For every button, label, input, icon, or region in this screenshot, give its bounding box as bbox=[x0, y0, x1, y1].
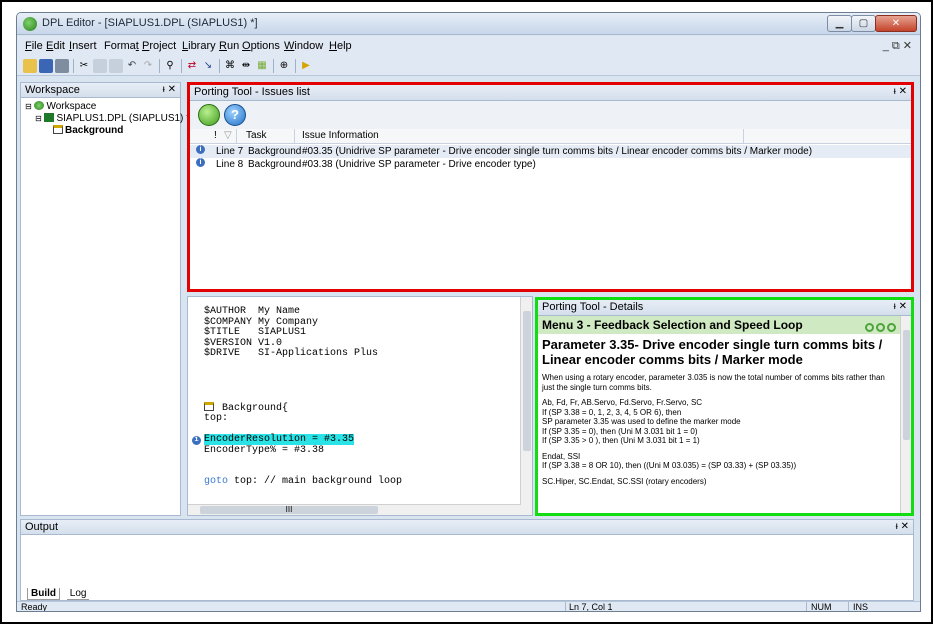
table-row[interactable]: i Line 7 Background #03.35 (Unidrive SP … bbox=[190, 145, 911, 158]
maximize-button[interactable]: ▢ bbox=[851, 15, 876, 32]
forward-nav-icon bbox=[887, 323, 896, 332]
toolbar: ✂ ↶ ↷ ⚲ ⇄ ↘ ⌘ ⇹ ▦ ⊕ ▶ bbox=[17, 56, 920, 76]
details-paragraph: When using a rotary encoder, parameter 3… bbox=[542, 373, 885, 392]
tab-log[interactable]: Log bbox=[66, 588, 90, 600]
details-title: Porting Tool - Details bbox=[542, 301, 644, 313]
refresh-icon[interactable] bbox=[198, 104, 220, 126]
window-title: DPL Editor - [SIAPLUS1.DPL (SIAPLUS1) *] bbox=[42, 17, 258, 29]
editor-vertical-scrollbar[interactable] bbox=[520, 297, 532, 515]
issue-marker-icon: i bbox=[192, 436, 201, 445]
step-icon[interactable]: ⊕ bbox=[277, 59, 291, 73]
mdi-window-controls[interactable]: _ ⧉ ✕ bbox=[883, 39, 912, 53]
print-icon[interactable] bbox=[55, 59, 69, 73]
issues-column-headers: ! ▽ Task Issue Information bbox=[190, 129, 911, 144]
bookmark-icon[interactable]: ⌘ bbox=[223, 59, 237, 73]
menu-help[interactable]: Help bbox=[329, 40, 352, 52]
tab-build[interactable]: Build bbox=[27, 588, 60, 600]
menu-options[interactable]: Options bbox=[242, 40, 280, 52]
cut-icon[interactable]: ✂ bbox=[77, 59, 91, 73]
pin-close-icon[interactable]: ᵻ ✕ bbox=[894, 300, 907, 314]
menu-library[interactable]: Library bbox=[182, 40, 216, 52]
workspace-title: Workspace bbox=[25, 84, 80, 96]
workspace-tree: ⊟ Workspace ⊟ SIAPLUS1.DPL (SIAPLUS1) * … bbox=[25, 101, 190, 137]
output-panel: Output ᵻ ✕ Build Log bbox=[20, 519, 914, 601]
refresh-nav-icon bbox=[865, 323, 874, 332]
project-icon bbox=[44, 113, 55, 122]
col-issue-information[interactable]: Issue Information bbox=[302, 130, 379, 141]
info-icon: i bbox=[196, 145, 205, 154]
back-nav-icon bbox=[876, 323, 885, 332]
task-icon bbox=[53, 125, 63, 134]
info-icon: i bbox=[196, 158, 205, 167]
workspace-header: Workspace ᵻ ✕ bbox=[20, 82, 181, 98]
menu-band: Menu 3 - Feedback Selection and Speed Lo… bbox=[538, 316, 900, 334]
issues-title: Porting Tool - Issues list bbox=[194, 86, 310, 98]
help-icon[interactable]: ? bbox=[224, 104, 246, 126]
issues-toolbar: ? bbox=[190, 101, 911, 129]
menu-run[interactable]: Run bbox=[219, 40, 239, 52]
status-bar: Ready Ln 7, Col 1 NUM INS bbox=[17, 601, 920, 612]
pin-close-icon[interactable]: ᵻ ✕ bbox=[896, 520, 909, 534]
parameter-heading: Parameter 3.35- Drive encoder single tur… bbox=[542, 337, 883, 367]
find-icon[interactable]: ⚲ bbox=[163, 59, 177, 73]
details-header: Porting Tool - Details ᵻ ✕ bbox=[538, 300, 911, 316]
replace-icon[interactable]: ⇄ bbox=[185, 59, 199, 73]
table-row[interactable]: i Line 8 Background #03.38 (Unidrive SP … bbox=[190, 158, 911, 171]
col-severity[interactable]: ! bbox=[214, 130, 217, 141]
menu-window[interactable]: Window bbox=[284, 40, 323, 52]
undo-icon[interactable]: ↶ bbox=[125, 59, 139, 73]
screenshot-frame: DPL Editor - [SIAPLUS1.DPL (SIAPLUS1) *]… bbox=[0, 0, 933, 624]
output-title: Output bbox=[25, 521, 59, 533]
copy-icon[interactable] bbox=[93, 59, 107, 73]
minimize-button[interactable]: ▁ bbox=[827, 15, 852, 32]
cursor-position: Ln 7, Col 1 bbox=[569, 602, 613, 612]
menu-edit[interactable]: Edit bbox=[46, 40, 65, 52]
editor-horizontal-scrollbar[interactable]: III bbox=[188, 504, 521, 515]
tree-item-background[interactable]: Background bbox=[25, 125, 190, 137]
save-icon[interactable] bbox=[39, 59, 53, 73]
menu-project[interactable]: Project bbox=[142, 40, 176, 52]
task-icon bbox=[204, 401, 214, 411]
indent-icon[interactable]: ⇹ bbox=[239, 59, 253, 73]
issues-header: Porting Tool - Issues list ᵻ ✕ bbox=[190, 85, 911, 101]
pin-close-icon[interactable]: ᵻ ✕ bbox=[163, 83, 176, 97]
menu-insert[interactable]: Insert bbox=[69, 40, 97, 52]
build-icon[interactable]: ▦ bbox=[255, 59, 269, 73]
navigation-buttons[interactable] bbox=[863, 319, 896, 337]
title-bar: DPL Editor - [SIAPLUS1.DPL (SIAPLUS1) *]… bbox=[17, 13, 920, 35]
workspace-icon bbox=[34, 101, 45, 110]
issues-list-panel: Porting Tool - Issues list ᵻ ✕ ? ! ▽ Tas… bbox=[187, 82, 914, 292]
goto-icon[interactable]: ↘ bbox=[201, 59, 215, 73]
dpl-editor-window: DPL Editor - [SIAPLUS1.DPL (SIAPLUS1) *]… bbox=[16, 12, 921, 612]
tree-item-project[interactable]: ⊟ SIAPLUS1.DPL (SIAPLUS1) * bbox=[25, 113, 190, 125]
col-task[interactable]: Task bbox=[246, 130, 267, 141]
output-header: Output ᵻ ✕ bbox=[20, 519, 914, 535]
code-text[interactable]: $AUTHOR My Name $COMPANY My Company $TITLE… bbox=[192, 306, 402, 488]
num-lock-indicator: NUM bbox=[811, 602, 832, 612]
menu-bar: _ ⧉ ✕ File Edit Insert Format Project Library… bbox=[17, 36, 920, 56]
close-button[interactable]: ✕ bbox=[875, 15, 917, 32]
pin-close-icon[interactable]: ᵻ ✕ bbox=[894, 85, 907, 99]
details-scrollbar[interactable] bbox=[900, 316, 911, 513]
tree-item-workspace[interactable]: ⊟ Workspace bbox=[25, 101, 190, 113]
details-paragraph: Ab, Fd, Fr, AB.Servo, Fd.Servo, Fr.Servo… bbox=[542, 398, 741, 445]
menu-file[interactable]: File bbox=[25, 40, 43, 52]
details-content: Menu 3 - Feedback Selection and Speed Lo… bbox=[538, 316, 900, 513]
run-icon[interactable]: ▶ bbox=[299, 59, 313, 73]
redo-icon[interactable]: ↷ bbox=[141, 59, 155, 73]
porting-details-panel: Porting Tool - Details ᵻ ✕ Menu 3 - Feed… bbox=[535, 297, 914, 516]
app-logo-icon bbox=[23, 17, 37, 31]
workspace-panel: Workspace ᵻ ✕ ⊟ Workspace ⊟ SIAPLUS1.DPL… bbox=[20, 82, 190, 516]
highlighted-issue-line: EncoderResolution = #3.35 bbox=[204, 434, 355, 445]
code-editor[interactable]: $AUTHOR My Name $COMPANY My Company $TITLE… bbox=[187, 296, 533, 516]
status-text: Ready bbox=[21, 602, 48, 612]
paste-icon[interactable] bbox=[109, 59, 123, 73]
insert-mode-indicator: INS bbox=[853, 602, 869, 612]
open-icon[interactable] bbox=[23, 59, 37, 73]
output-tabs: Build Log bbox=[27, 588, 93, 600]
menu-format[interactable]: Format bbox=[104, 40, 139, 52]
details-paragraph: SC.Hiper, SC.Endat, SC.SSI (rotary encod… bbox=[542, 476, 707, 486]
details-paragraph: Endat, SSI If (SP 3.38 = 8 OR 10), then (… bbox=[542, 451, 797, 471]
